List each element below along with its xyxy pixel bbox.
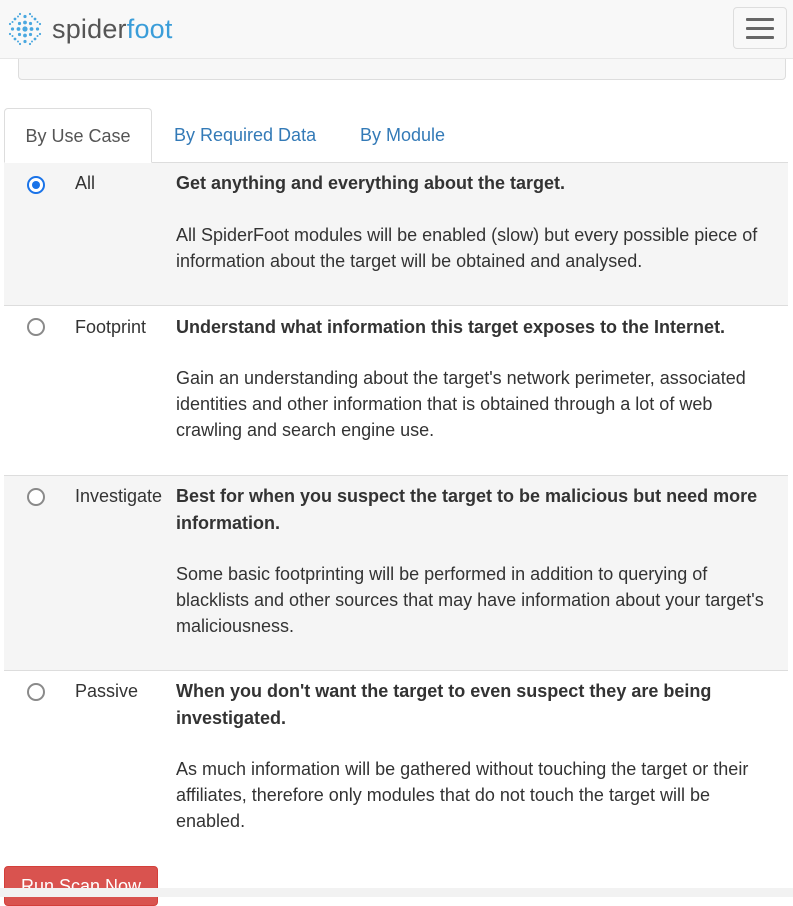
brand-link[interactable]: spiderfoot — [6, 10, 173, 48]
use-case-description: Some basic footprinting will be performe… — [176, 564, 764, 636]
use-case-radio-investigate[interactable] — [27, 488, 45, 506]
brand-name-part1: spider — [52, 14, 127, 44]
use-case-row-passive: Passive When you don't want the target t… — [4, 671, 788, 851]
use-case-description: As much information will be gathered wit… — [176, 759, 749, 831]
use-case-title: Understand what information this target … — [176, 317, 726, 337]
viewport-bottom-edge — [0, 888, 793, 897]
use-case-title: When you don't want the target to even s… — [176, 681, 712, 728]
use-case-row-footprint: Footprint Understand what information th… — [4, 306, 788, 476]
use-case-radio-passive[interactable] — [27, 683, 45, 701]
brand-name: spiderfoot — [52, 10, 173, 48]
use-case-title: Best for when you suspect the target to … — [176, 486, 758, 533]
use-case-radio-all[interactable] — [27, 176, 45, 194]
use-case-description: All SpiderFoot modules will be enabled (… — [176, 225, 758, 271]
use-case-name: Investigate — [75, 486, 163, 506]
use-case-radio-footprint[interactable] — [27, 318, 45, 336]
tab-by-module[interactable]: By Module — [360, 108, 445, 162]
hamburger-menu-icon — [746, 17, 774, 21]
hamburger-menu-icon — [746, 35, 774, 39]
top-navbar: spiderfoot — [0, 0, 793, 59]
use-case-title: Get anything and everything about the ta… — [176, 173, 566, 193]
spiderfoot-logo-icon — [8, 12, 42, 46]
brand-name-part2: foot — [126, 14, 173, 44]
use-case-name: Footprint — [75, 317, 147, 337]
tab-by-use-case[interactable]: By Use Case — [4, 108, 152, 163]
hamburger-menu-icon — [746, 26, 774, 30]
use-case-name: Passive — [75, 681, 139, 701]
navbar-toggle-button[interactable] — [733, 7, 787, 49]
tab-by-required-data[interactable]: By Required Data — [174, 108, 316, 162]
use-case-row-all: All Get anything and everything about th… — [4, 163, 788, 306]
module-selection-tabs: By Use Case By Required Data By Module — [4, 108, 788, 163]
use-case-description: Gain an understanding about the target's… — [176, 368, 746, 440]
use-case-name: All — [75, 173, 96, 193]
run-scan-button[interactable]: Run Scan Now — [4, 866, 158, 906]
use-case-row-investigate: Investigate Best for when you suspect th… — [4, 476, 788, 671]
